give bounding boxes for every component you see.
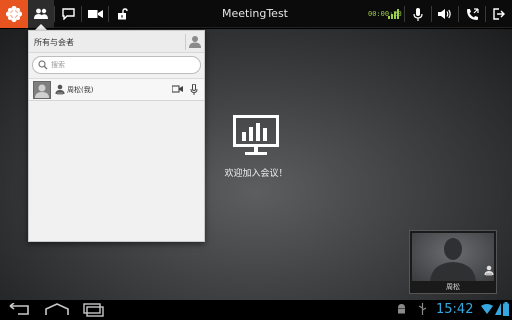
app-logo[interactable] (0, 0, 28, 28)
logo-icon (5, 5, 23, 23)
invite-participant-button[interactable] (187, 34, 203, 50)
chat-icon (61, 8, 75, 20)
participant-video-icon[interactable] (172, 85, 183, 93)
microphone-button[interactable] (405, 0, 431, 28)
android-debug-icon (398, 304, 405, 314)
participant-row[interactable]: 周松(我) (29, 78, 204, 101)
exit-icon (493, 8, 505, 20)
call-transfer-button[interactable] (459, 0, 485, 28)
video-button[interactable] (82, 0, 108, 28)
presenter-role-icon (484, 265, 494, 276)
divider (185, 34, 186, 50)
welcome-message: 欢迎加入会议！ (224, 169, 288, 179)
search-icon (38, 60, 48, 70)
presenter-role-icon (55, 84, 65, 95)
home-icon[interactable] (44, 303, 70, 317)
microphone-icon (413, 7, 423, 21)
speaker-button[interactable] (432, 0, 458, 28)
battery-icon (503, 302, 509, 316)
video-feed (412, 233, 494, 281)
participants-panel: 所有与会者 周松(我) (28, 30, 205, 242)
search-box[interactable] (32, 56, 201, 74)
wifi-icon (481, 304, 493, 314)
video-camera-icon (87, 10, 103, 18)
status-clock: 15:42 (436, 302, 474, 317)
panel-title: 所有与会者 (34, 38, 74, 47)
avatar (33, 81, 51, 99)
unlock-icon (117, 8, 128, 20)
participant-name: 周松(我) (67, 86, 94, 94)
speaker-icon (438, 9, 451, 19)
search-input[interactable] (51, 59, 196, 71)
self-name-label: 周松 (446, 283, 460, 291)
panel-header: 所有与会者 (29, 31, 204, 53)
system-navigation-bar: 15:42 (0, 300, 512, 320)
chat-button[interactable] (55, 0, 81, 28)
exit-meeting-button[interactable] (486, 0, 512, 28)
participants-icon (34, 8, 48, 19)
add-person-icon (189, 36, 201, 48)
usb-icon (418, 303, 427, 315)
participant-mic-icon[interactable] (190, 84, 198, 95)
recent-apps-icon[interactable] (80, 303, 106, 317)
presentation-screen-icon (233, 115, 279, 155)
top-toolbar: MeetingTest 00:00:20 (0, 0, 512, 28)
person-silhouette-icon (430, 238, 476, 281)
self-video-preview[interactable]: 周松 (409, 230, 497, 294)
signal-bars-icon (495, 303, 501, 315)
back-icon[interactable] (8, 303, 34, 317)
lock-button[interactable] (109, 0, 135, 28)
meeting-title: MeetingTest (221, 7, 288, 20)
network-signal-icon (388, 9, 399, 19)
person-silhouette-icon (35, 84, 49, 98)
call-transfer-icon (466, 7, 479, 20)
